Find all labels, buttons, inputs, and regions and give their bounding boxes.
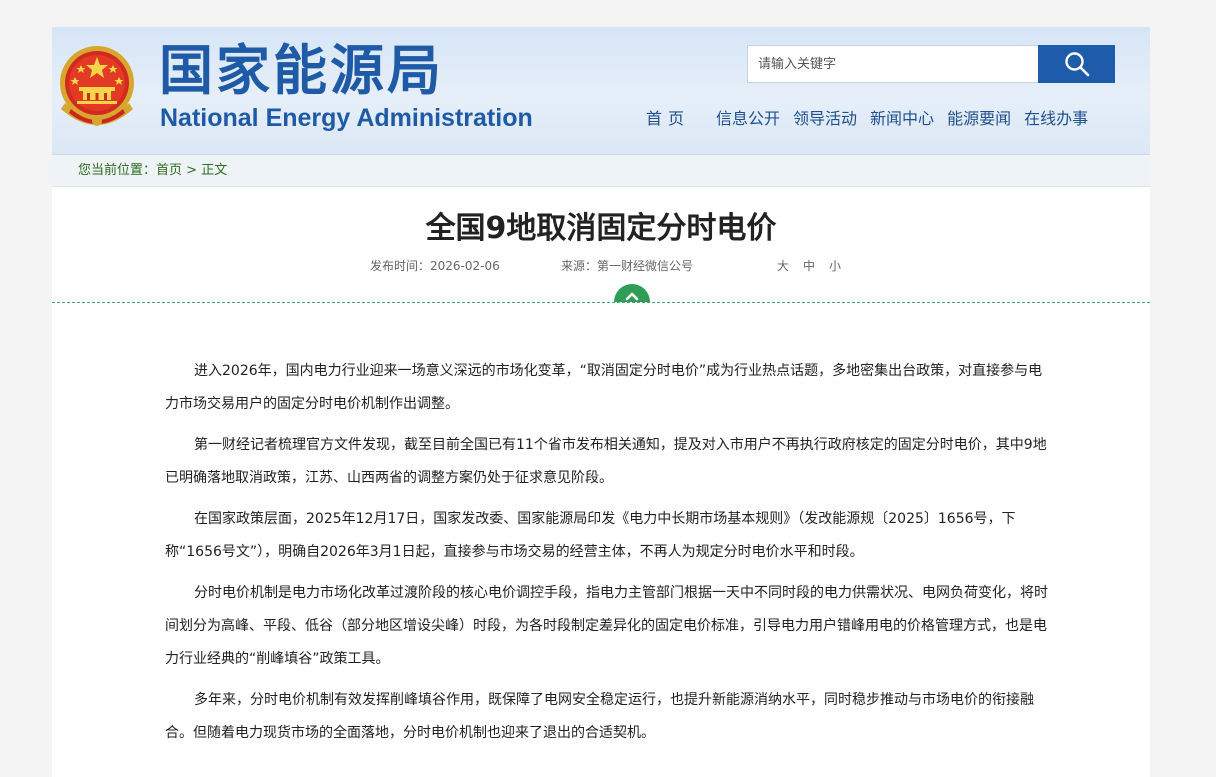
search-button[interactable] [1038,45,1115,83]
site-title-cn: 国家能源局 [159,39,444,102]
title-divider [52,302,1150,303]
national-emblem-icon [60,46,134,126]
breadcrumb-separator: > [182,163,202,178]
nav-energy-news[interactable]: 能源要闻 [947,105,1011,129]
search-icon [1064,52,1089,77]
page-container: 国家能源局 National Energy Administration 首页 … [52,27,1150,777]
breadcrumb-home-link[interactable]: 首页 [156,163,182,178]
breadcrumb-current: 正文 [201,163,228,178]
article-paragraph: 分时电价机制是电力市场化改革过渡阶段的核心电价调控手段，指电力主管部门根据一天中… [165,585,1048,667]
nav-info-disclosure[interactable]: 信息公开 [716,105,780,129]
font-size-small[interactable]: 小 [829,259,841,273]
breadcrumb-prefix: 您当前位置： [78,163,157,178]
site-title-en: National Energy Administration [160,104,533,132]
article-paragraph: 在国家政策层面，2025年12月17日，国家发改委、国家能源局印发《电力中长期市… [165,511,1016,560]
font-size-controls: 大中小 [777,257,855,274]
breadcrumb: 您当前位置：首页 > 正文 [52,155,1150,187]
nav-leader-activities[interactable]: 领导活动 [793,105,857,129]
search-input[interactable] [747,45,1038,83]
article-paragraph: 第一财经记者梳理官方文件发现，截至目前全国已有11个省市发布相关通知，提及对入市… [165,437,1047,486]
article-source: 来源：第一财经微信公号 [561,259,694,273]
nav-online-services[interactable]: 在线办事 [1024,105,1088,129]
search-bar [747,45,1115,83]
site-header: 国家能源局 National Energy Administration 首页 … [52,27,1150,155]
font-size-medium[interactable]: 中 [803,259,815,273]
article-paragraph: 进入2026年，国内电力行业迎来一场意义深远的市场化变革，“取消固定分时电价”成… [165,363,1043,412]
nav-news-center[interactable]: 新闻中心 [870,105,934,129]
chevron-up-icon [625,292,639,301]
font-size-large[interactable]: 大 [777,259,789,273]
article-title: 全国9地取消固定分时电价 [425,211,777,246]
main-nav: 首页 信息公开 领导活动 新闻中心 能源要闻 在线办事 [646,105,1101,129]
article-paragraph: 多年来，分时电价机制有效发挥削峰填谷作用，既保障了电网安全稳定运行，也提升新能源… [165,692,1034,741]
article-content: 进入2026年，国内电力行业迎来一场意义深远的市场化变革，“取消固定分时电价”成… [165,355,1050,758]
collapse-button[interactable] [614,284,650,302]
publish-time: 发布时间：2026-02-06 [370,259,500,273]
nav-home[interactable]: 首页 [646,105,690,129]
